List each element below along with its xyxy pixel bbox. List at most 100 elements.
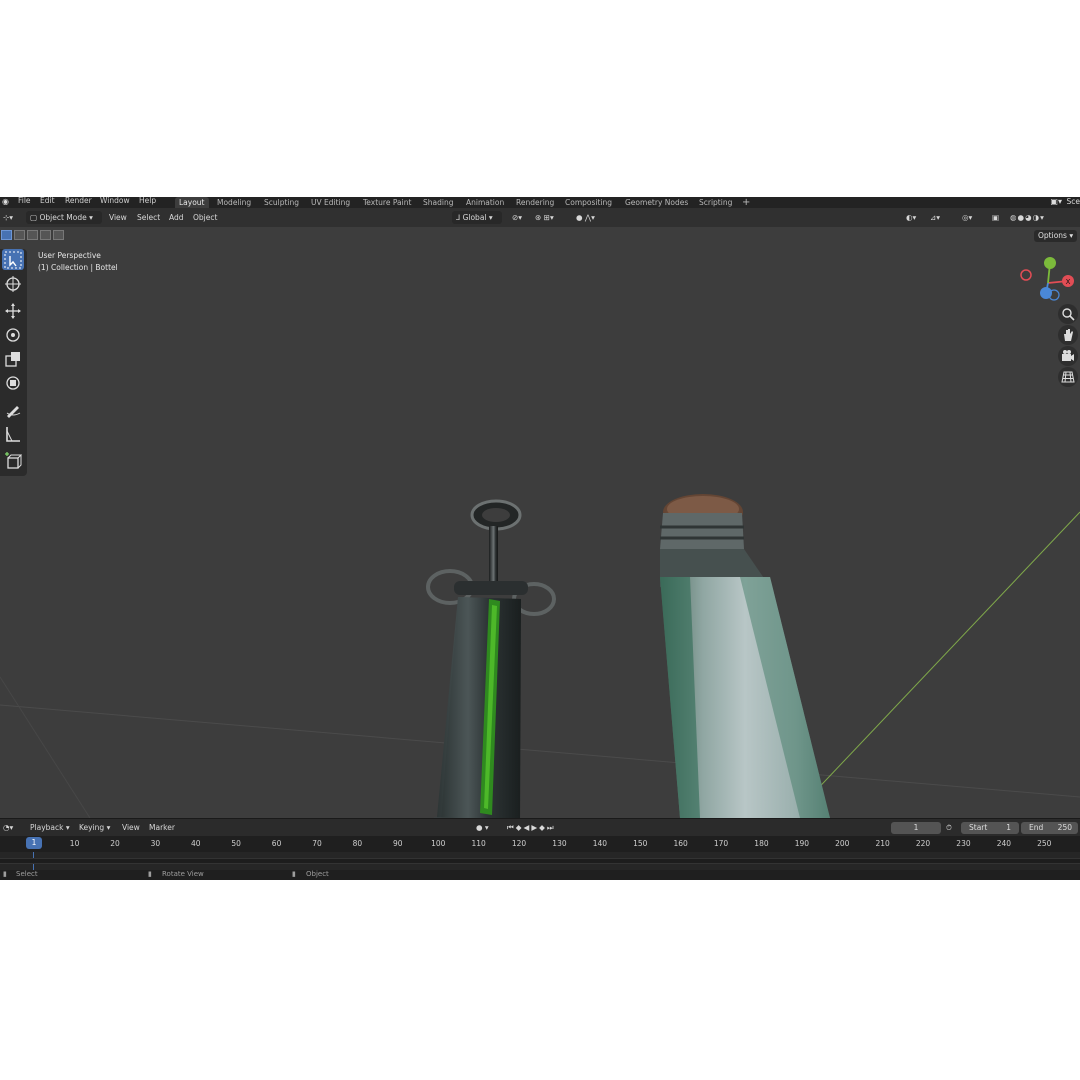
tab-texture-paint[interactable]: Texture Paint bbox=[359, 197, 415, 208]
xray-toggle-icon[interactable]: ▣ bbox=[992, 211, 999, 224]
transform-orientation-dropdown[interactable]: ⅃ Global ▾ bbox=[452, 211, 502, 224]
frame-tick-label: 50 bbox=[231, 839, 241, 848]
tab-compositing[interactable]: Compositing bbox=[561, 197, 616, 208]
mode-selector[interactable]: ▢ Object Mode ▾ bbox=[26, 211, 102, 224]
editor-type-icon[interactable]: ⊹▾ bbox=[3, 211, 13, 224]
menu-window[interactable]: Window bbox=[100, 197, 130, 208]
viewport-collection-label: (1) Collection | Bottel bbox=[38, 263, 118, 272]
rotate-tool[interactable] bbox=[2, 324, 24, 345]
stopwatch-icon[interactable]: ⏱ bbox=[946, 821, 952, 834]
snap-toggle-icon[interactable]: ⊛ ⊞▾ bbox=[535, 211, 554, 224]
play-icon[interactable]: ▶ bbox=[531, 823, 539, 832]
scale-tool[interactable] bbox=[2, 348, 24, 369]
rotate-icon bbox=[6, 328, 20, 342]
tab-modeling[interactable]: Modeling bbox=[213, 197, 255, 208]
frame-tick-label: 80 bbox=[352, 839, 363, 848]
select-box-tool[interactable] bbox=[2, 249, 24, 270]
bottle-model[interactable] bbox=[660, 494, 830, 818]
menu-select[interactable]: Select bbox=[137, 211, 160, 224]
measure-tool[interactable] bbox=[2, 423, 24, 444]
end-frame-field[interactable]: End 250 bbox=[1021, 822, 1078, 834]
next-keyframe-icon[interactable]: ◆ bbox=[539, 823, 547, 832]
overlays-toggle-icon[interactable]: ◎▾ bbox=[962, 211, 972, 224]
pencil-icon bbox=[6, 406, 21, 418]
frame-tick-label: 220 bbox=[915, 839, 931, 848]
select-mode-extend-icon[interactable] bbox=[14, 230, 25, 240]
gizmo-toggle-icon[interactable]: ⊿▾ bbox=[930, 211, 940, 224]
scene-name[interactable]: Sce bbox=[1067, 197, 1080, 206]
playback-controls[interactable]: ⏮◆◀▶◆⏭ bbox=[507, 821, 556, 834]
gizmo-y-axis[interactable] bbox=[1044, 257, 1056, 269]
mode-label: Object Mode bbox=[39, 213, 87, 222]
pan-button[interactable] bbox=[1058, 325, 1078, 345]
cursor-tool[interactable] bbox=[2, 273, 24, 294]
auto-keying-icon[interactable]: ● ▾ bbox=[476, 821, 489, 834]
frame-tick-label: 240 bbox=[996, 839, 1012, 848]
select-mode-new-icon[interactable] bbox=[1, 230, 12, 240]
cube-add-icon bbox=[5, 452, 22, 469]
proportional-editing-icon[interactable]: ● ⋀▾ bbox=[576, 211, 595, 224]
annotate-tool[interactable] bbox=[2, 399, 24, 420]
menu-render[interactable]: Render bbox=[65, 197, 92, 208]
start-frame-field[interactable]: Start 1 bbox=[961, 822, 1019, 834]
current-frame-field[interactable]: 1 bbox=[891, 822, 941, 834]
timeline-menu-playback[interactable]: Playback ▾ bbox=[30, 821, 70, 834]
frame-tick-label: 60 bbox=[271, 839, 282, 848]
playhead-frame-indicator[interactable]: 1 bbox=[26, 837, 42, 849]
shading-mode-icons[interactable]: ◍●◕◑▾ bbox=[1010, 211, 1045, 224]
camera-view-button[interactable] bbox=[1058, 346, 1078, 366]
perspective-toggle-button[interactable] bbox=[1058, 367, 1078, 387]
jump-start-icon[interactable]: ⏮ bbox=[507, 823, 516, 832]
chevron-down-icon: ▾ bbox=[89, 213, 93, 222]
tab-layout[interactable]: Layout bbox=[175, 197, 209, 208]
add-workspace-button[interactable]: + bbox=[738, 197, 754, 208]
select-mode-subtract-icon[interactable] bbox=[27, 230, 38, 240]
prev-keyframe-icon[interactable]: ◆ bbox=[516, 823, 524, 832]
transform-tool[interactable] bbox=[2, 372, 24, 393]
tab-rendering[interactable]: Rendering bbox=[512, 197, 558, 208]
timeline-scrollbar[interactable] bbox=[0, 858, 1080, 864]
tab-scripting[interactable]: Scripting bbox=[695, 197, 736, 208]
pivot-point-icon[interactable]: ⊘▾ bbox=[512, 211, 522, 224]
visibility-icon[interactable]: ◐▾ bbox=[906, 211, 916, 224]
timeline-menu-marker[interactable]: Marker bbox=[149, 821, 175, 834]
menu-file[interactable]: File bbox=[18, 197, 31, 208]
jump-end-icon[interactable]: ⏭ bbox=[547, 823, 556, 832]
status-object: Object bbox=[306, 870, 329, 878]
tab-geometry-nodes[interactable]: Geometry Nodes bbox=[621, 197, 692, 208]
zoom-button[interactable] bbox=[1058, 304, 1078, 324]
menu-edit[interactable]: Edit bbox=[40, 197, 55, 208]
timeline-editor-type-icon[interactable]: ◔▾ bbox=[3, 821, 13, 834]
chevron-down-icon: ▾ bbox=[1069, 231, 1074, 240]
blender-logo-icon[interactable]: ◉ bbox=[2, 197, 11, 206]
tab-animation[interactable]: Animation bbox=[462, 197, 508, 208]
tool-shelf bbox=[0, 249, 27, 476]
timeline-menu-view[interactable]: View bbox=[122, 821, 140, 834]
menu-help[interactable]: Help bbox=[139, 197, 156, 208]
menu-object[interactable]: Object bbox=[193, 211, 217, 224]
frame-tick-label: 130 bbox=[552, 839, 567, 848]
3d-viewport[interactable]: User Perspective (1) Collection | Bottel bbox=[0, 227, 1080, 818]
gizmo-z-axis[interactable] bbox=[1040, 287, 1052, 299]
tab-sculpting[interactable]: Sculpting bbox=[260, 197, 303, 208]
menu-view[interactable]: View bbox=[109, 211, 127, 224]
gizmo-neg-x-axis[interactable] bbox=[1020, 269, 1032, 281]
add-cube-tool[interactable] bbox=[2, 450, 24, 471]
timeline-ruler[interactable]: 1 10 20 30 40 50 60 70 80 90 100 110 120 130 140 150 16… bbox=[0, 836, 1080, 852]
tab-shading[interactable]: Shading bbox=[419, 197, 457, 208]
frame-tick-label: 170 bbox=[713, 839, 729, 848]
options-dropdown[interactable]: Options ▾ bbox=[1034, 230, 1078, 242]
tab-uv-editing[interactable]: UV Editing bbox=[307, 197, 354, 208]
timeline-menu-keying[interactable]: Keying ▾ bbox=[79, 821, 110, 834]
scale-icon bbox=[5, 352, 20, 367]
frame-tick-label: 90 bbox=[393, 839, 403, 848]
scene-selector-icon[interactable]: ▣▾ bbox=[1050, 197, 1062, 206]
syringe-model[interactable] bbox=[426, 499, 556, 818]
menu-add[interactable]: Add bbox=[169, 211, 184, 224]
camera-icon bbox=[1062, 350, 1074, 361]
timeline-track[interactable] bbox=[0, 852, 1080, 870]
select-mode-intersect-icon[interactable] bbox=[53, 230, 64, 240]
blender-window: ◉ File Edit Render Window Help Layout Mo… bbox=[0, 197, 1080, 880]
select-mode-invert-icon[interactable] bbox=[40, 230, 51, 240]
move-tool[interactable] bbox=[2, 300, 24, 321]
